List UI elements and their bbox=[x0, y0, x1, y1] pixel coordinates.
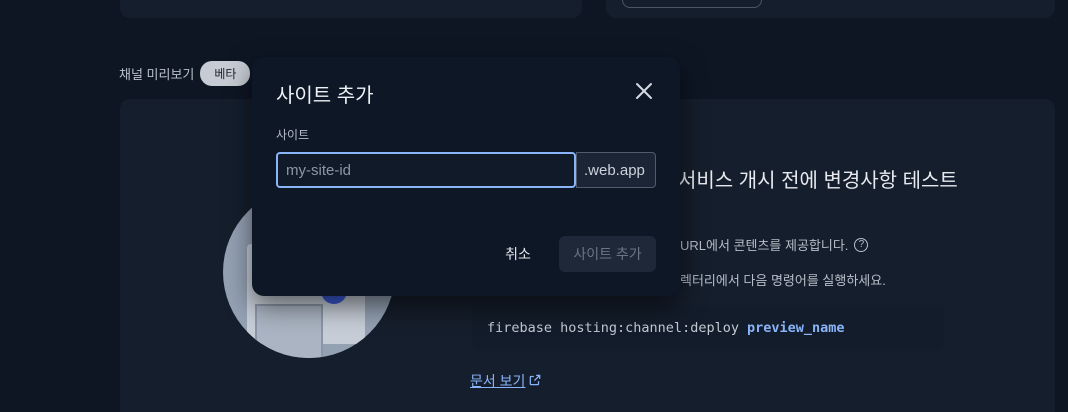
close-button[interactable] bbox=[630, 79, 658, 107]
open-in-new-icon bbox=[528, 373, 542, 390]
top-left-card bbox=[120, 0, 582, 18]
preview-description-2: 렉터리에서 다음 명령어를 실행하세요. bbox=[680, 270, 886, 289]
preview-description-1: URL에서 콘텐츠를 제공합니다. ? bbox=[680, 235, 869, 254]
site-id-input[interactable] bbox=[276, 152, 576, 188]
site-field-label: 사이트 bbox=[276, 128, 310, 142]
deploy-command-block: firebase hosting:channel:deploy preview_… bbox=[472, 305, 944, 351]
cancel-button[interactable]: 취소 bbox=[492, 236, 544, 272]
preview-heading: 서비스 개시 전에 변경사항 테스트 bbox=[678, 170, 958, 192]
help-icon[interactable]: ? bbox=[854, 237, 869, 252]
add-site-button[interactable]: 사이트 추가 bbox=[559, 236, 656, 272]
beta-badge: 베타 bbox=[200, 61, 251, 86]
channel-preview-title: 채널 미리보기 bbox=[119, 67, 195, 82]
illustration-brick bbox=[255, 304, 323, 358]
docs-link-label[interactable]: 문서 보기 bbox=[470, 371, 525, 391]
deploy-command-argument: preview_name bbox=[746, 320, 845, 336]
add-site-dialog: 사이트 추가 사이트 .web.app 취소 사이트 추가 bbox=[252, 57, 680, 296]
top-right-card bbox=[606, 0, 1055, 18]
channel-preview-header: 채널 미리보기 베타 bbox=[119, 61, 251, 86]
domain-suffix: .web.app bbox=[576, 152, 656, 188]
hosting-page: 채널 미리보기 베타 서비스 개시 전에 변경사항 테스트 URL에서 콘텐츠를… bbox=[0, 0, 1068, 412]
deploy-command: firebase hosting:channel:deploy bbox=[487, 320, 739, 336]
dialog-title: 사이트 추가 bbox=[276, 85, 374, 107]
close-icon[interactable] bbox=[635, 82, 653, 105]
preview-description-2-text: 렉터리에서 다음 명령어를 실행하세요. bbox=[680, 273, 886, 288]
top-card-button[interactable] bbox=[622, 0, 762, 8]
docs-link[interactable]: 문서 보기 bbox=[470, 371, 542, 391]
preview-description-1-text: URL에서 콘텐츠를 제공합니다. bbox=[680, 238, 849, 253]
